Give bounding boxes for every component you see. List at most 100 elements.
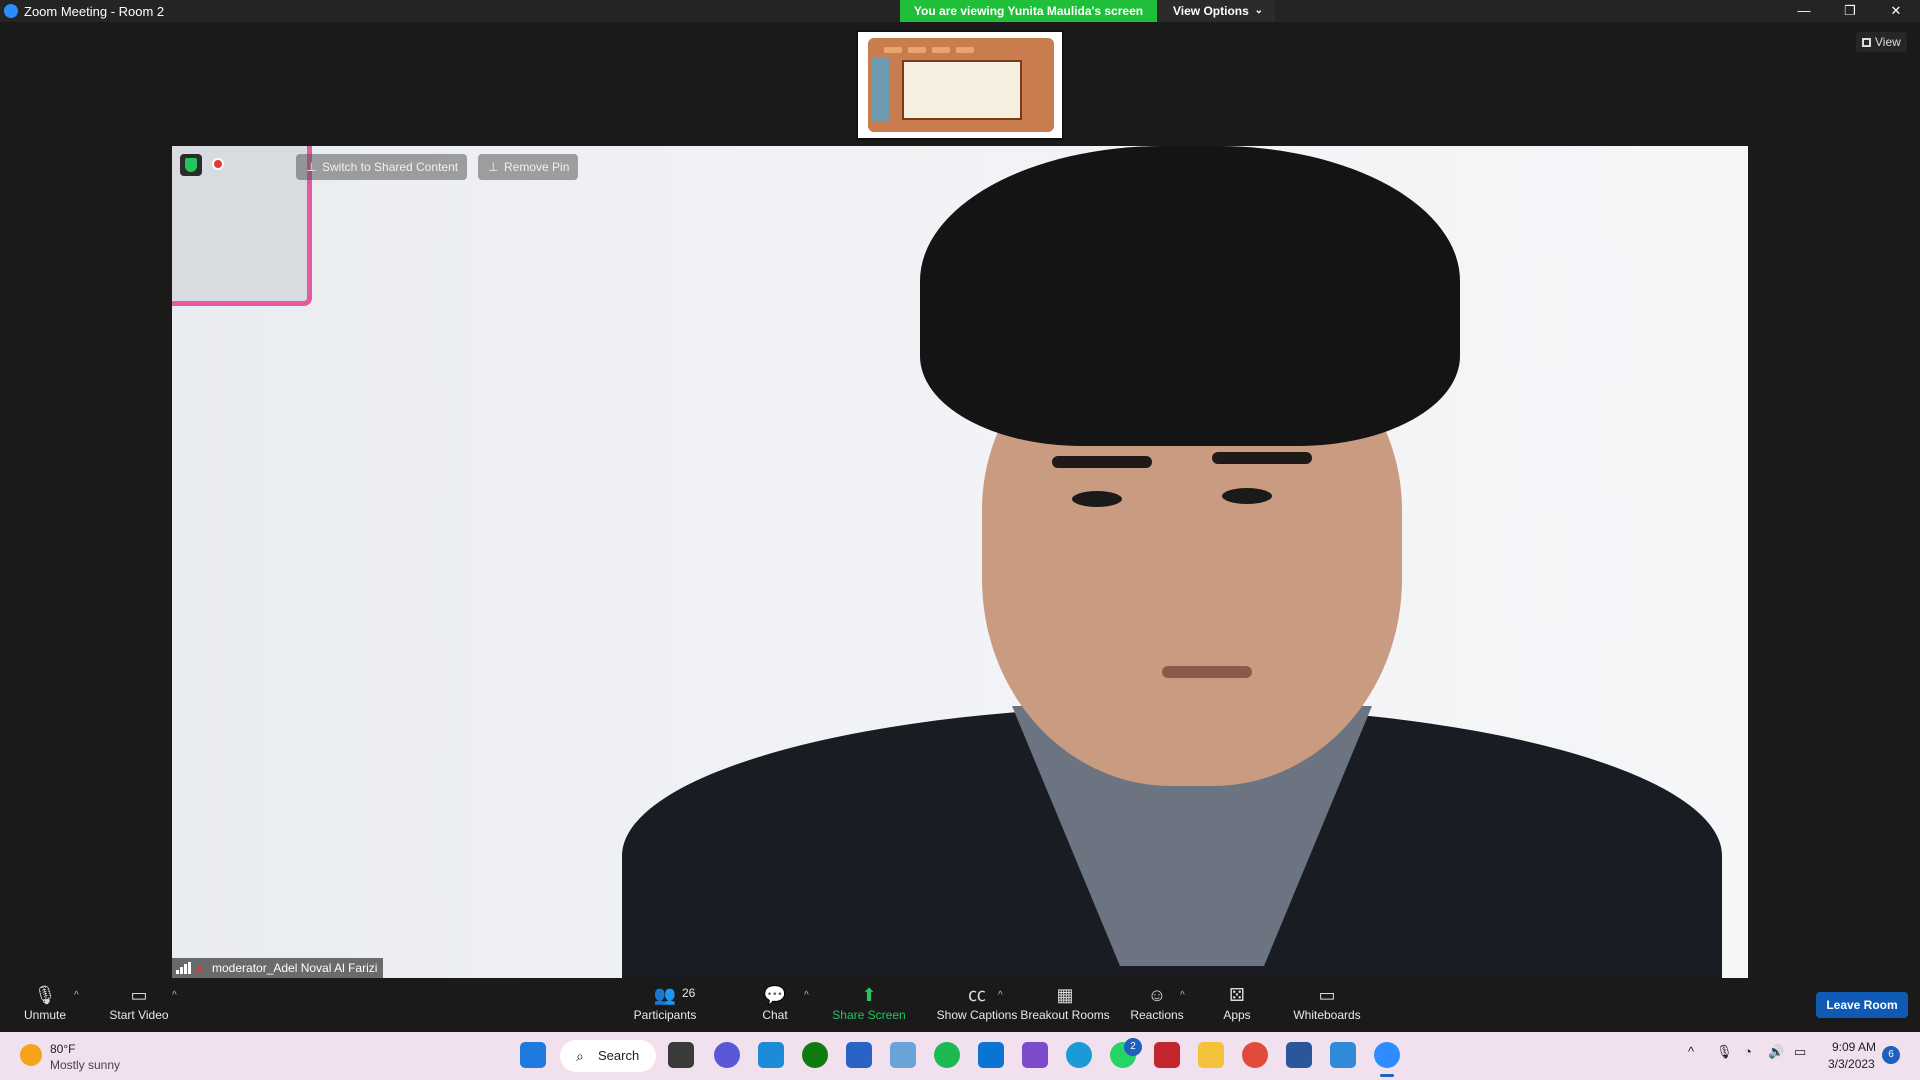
task-view-icon[interactable]: [668, 1042, 694, 1068]
weather-sun-icon[interactable]: [20, 1044, 42, 1066]
clock-date[interactable]: 3/3/2023: [1828, 1057, 1875, 1071]
remove-pin-label: Remove Pin: [504, 160, 570, 174]
participant-left-brow: [1052, 456, 1152, 468]
participant-mouth: [1162, 666, 1252, 678]
zoom-active-indicator: [1380, 1074, 1394, 1077]
red-app-icon[interactable]: [1154, 1042, 1180, 1068]
slide-tabs: [884, 40, 994, 53]
participant-right-brow: [1212, 452, 1312, 464]
slide-content-panel: [902, 60, 1022, 120]
share-screen-label: Share Screen: [832, 1008, 906, 1022]
pinned-participant-video[interactable]: ⊥ Switch to Shared Content ⊥ Remove Pin ✗ …: [172, 146, 1748, 978]
reactions-button[interactable]: ☺ Reactions: [1112, 982, 1202, 1022]
signal-strength-icon: [176, 962, 191, 974]
switch-to-shared-content-button[interactable]: ⊥ Switch to Shared Content: [296, 154, 468, 180]
notification-badge[interactable]: 6: [1882, 1046, 1900, 1064]
search-icon: ⌕: [576, 1048, 584, 1064]
meeting-stage: View ⊥ Switch to Shared Content ⊥ Remove P…: [0, 22, 1920, 978]
whiteboard-icon: ▭: [1318, 985, 1336, 1005]
whatsapp-badge: 2: [1124, 1038, 1142, 1056]
share-screen-button[interactable]: ⬆ Share Screen: [824, 982, 914, 1022]
security-shield-icon[interactable]: [180, 154, 202, 176]
audio-options-caret-icon[interactable]: ^: [74, 990, 79, 1001]
breakout-rooms-icon: ▦: [1056, 985, 1074, 1005]
show-hidden-icons-icon[interactable]: ^: [1688, 1044, 1694, 1059]
shared-screen-thumbnail[interactable]: [856, 30, 1064, 140]
grid-view-icon: [1862, 38, 1871, 47]
zoom-app-icon: [4, 4, 18, 18]
minimize-button[interactable]: —: [1782, 0, 1826, 22]
edge-icon[interactable]: [1066, 1042, 1092, 1068]
apps-button[interactable]: ⚄ Apps: [1192, 982, 1282, 1022]
participants-icon: 👥: [653, 985, 677, 1005]
wifi-icon[interactable]: ◔: [1744, 1044, 1752, 1059]
weather-temperature[interactable]: 80°F: [50, 1042, 75, 1056]
windows-taskbar: 80°F Mostly sunny ⌕ Search 2 ^ 🎙 ◔ 🔊 ▭ 9:…: [0, 1032, 1920, 1080]
vscode-icon[interactable]: [978, 1042, 1004, 1068]
meeting-toolbar: 🎙 Unmute ^ ▭ Start Video ^ 👥 Participant…: [0, 978, 1920, 1032]
visual-studio-icon[interactable]: [1022, 1042, 1048, 1068]
teams-chat-icon[interactable]: [714, 1042, 740, 1068]
leave-room-button[interactable]: Leave Room: [1816, 992, 1908, 1018]
participants-label: Participants: [633, 1008, 697, 1022]
participant-name-tag: ✗ moderator_Adel Noval Al Farizi: [172, 958, 384, 978]
microphone-icon[interactable]: 🎙: [1716, 1044, 1733, 1060]
title-bar: Zoom Meeting - Room 2 You are viewing Yu…: [0, 0, 1920, 22]
start-video-label: Start Video: [109, 1008, 169, 1022]
unmute-label: Unmute: [23, 1008, 67, 1022]
zoom-taskbar-icon[interactable]: [1374, 1042, 1400, 1068]
recording-icon: [212, 158, 224, 170]
word-icon[interactable]: [1286, 1042, 1312, 1068]
view-label: View: [1875, 35, 1901, 49]
pin-icon: ⊥: [488, 160, 499, 174]
restore-button[interactable]: ❐: [1828, 0, 1872, 22]
participants-count: 26: [682, 986, 696, 1000]
whiteboards-button[interactable]: ▭ Whiteboards: [1282, 982, 1372, 1022]
captions-options-caret-icon[interactable]: ^: [998, 990, 1003, 1001]
participant-right-eye: [1222, 488, 1272, 504]
photos-icon[interactable]: [890, 1042, 916, 1068]
chat-label: Chat: [762, 1008, 788, 1022]
file-explorer-icon[interactable]: [1198, 1042, 1224, 1068]
unmute-button[interactable]: 🎙 Unmute: [0, 982, 90, 1022]
participant-left-eye: [1072, 491, 1122, 507]
store-icon[interactable]: [846, 1042, 872, 1068]
video-off-icon: ▭: [130, 985, 148, 1005]
chevron-down-icon: ⌄: [1254, 5, 1263, 16]
reactions-label: Reactions: [1130, 1008, 1184, 1022]
view-options-button[interactable]: View Options ⌄: [1157, 0, 1275, 22]
window-title: Zoom Meeting - Room 2: [24, 4, 165, 19]
volume-icon[interactable]: 🔊: [1768, 1044, 1784, 1060]
close-button[interactable]: ✕: [1874, 0, 1918, 22]
shared-slide-preview: [868, 38, 1054, 132]
chrome-icon[interactable]: [1242, 1042, 1268, 1068]
l-app-icon[interactable]: [758, 1042, 784, 1068]
search-label: Search: [598, 1048, 640, 1063]
windows-start-icon[interactable]: [520, 1042, 546, 1068]
video-options-caret-icon[interactable]: ^: [172, 990, 177, 1001]
clock-time[interactable]: 9:09 AM: [1832, 1040, 1876, 1054]
share-screen-icon: ⬆: [861, 985, 877, 1005]
battery-icon[interactable]: ▭: [1794, 1044, 1806, 1060]
remove-pin-button[interactable]: ⊥ Remove Pin: [478, 154, 579, 180]
spotify-icon[interactable]: [934, 1042, 960, 1068]
chat-options-caret-icon[interactable]: ^: [804, 990, 809, 1001]
view-options-label: View Options: [1173, 4, 1249, 18]
weather-description[interactable]: Mostly sunny: [50, 1058, 120, 1072]
apps-icon: ⚄: [1229, 985, 1245, 1005]
reactions-options-caret-icon[interactable]: ^: [1180, 990, 1185, 1001]
pin-icon: ⊥: [306, 160, 317, 174]
whiteboards-label: Whiteboards: [1293, 1008, 1361, 1022]
switch-label: Switch to Shared Content: [322, 160, 459, 174]
xbox-icon[interactable]: [802, 1042, 828, 1068]
smiley-icon: ☺: [1147, 985, 1167, 1005]
view-button[interactable]: View: [1856, 32, 1907, 52]
start-video-button[interactable]: ▭ Start Video: [94, 982, 184, 1022]
snipping-tool-icon[interactable]: [1330, 1042, 1356, 1068]
taskbar-search[interactable]: ⌕ Search: [560, 1040, 656, 1072]
breakout-rooms-button[interactable]: ▦ Breakout Rooms: [1015, 982, 1115, 1022]
participants-button[interactable]: 👥 Participants: [620, 982, 710, 1022]
apps-label: Apps: [1223, 1008, 1251, 1022]
chat-button[interactable]: 💬 Chat: [730, 982, 820, 1022]
slide-sidebar: [872, 58, 890, 122]
